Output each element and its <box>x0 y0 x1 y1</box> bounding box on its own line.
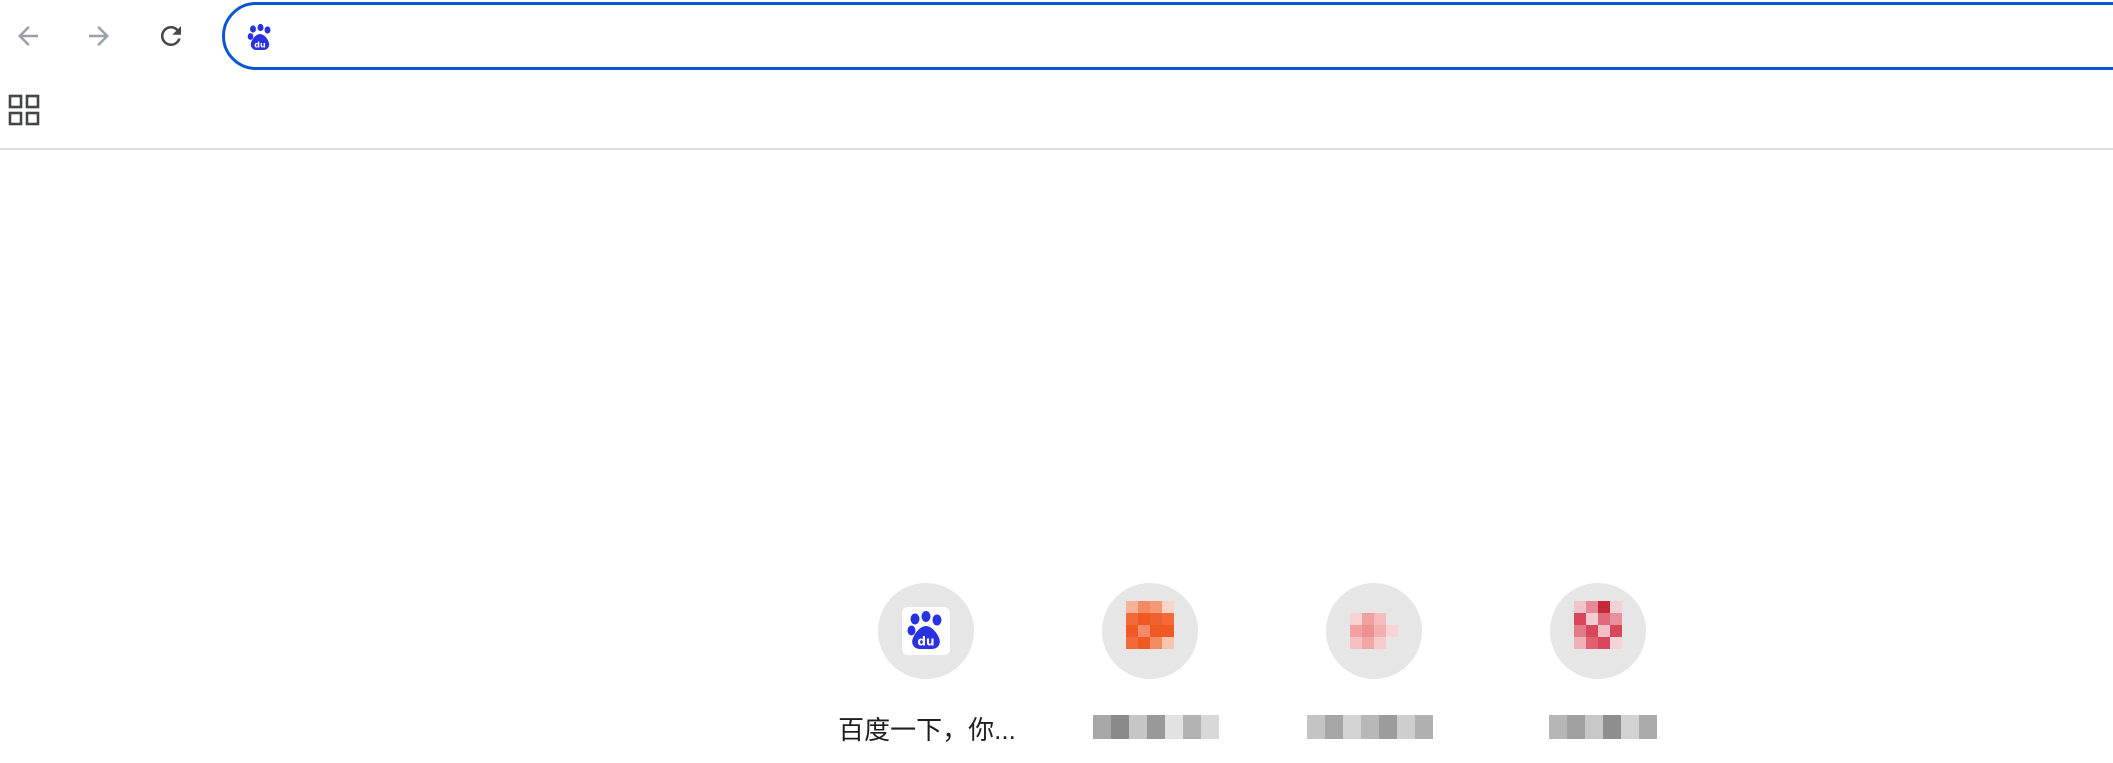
reload-icon <box>160 25 181 46</box>
shortcuts-grid: du 百度一下，你... <box>0 580 2113 760</box>
shortcut-icon-circle <box>1102 583 1198 679</box>
pixelated-orange-icon <box>1126 601 1174 649</box>
shortcut-label-blurred <box>1549 710 1657 744</box>
bookmarks-bar <box>0 72 2113 150</box>
baidu-paw-icon: du <box>902 607 950 655</box>
shortcut-label: 百度一下，你... <box>838 715 1016 745</box>
arrow-left-icon <box>18 26 38 46</box>
address-input[interactable] <box>289 15 2089 57</box>
shortcut-label-blurred <box>1093 710 1219 744</box>
back-button[interactable] <box>3 11 53 61</box>
reload-button[interactable] <box>146 11 196 61</box>
svg-text:du: du <box>917 635 934 649</box>
forward-button[interactable] <box>74 11 124 61</box>
address-bar[interactable]: du <box>222 2 2113 70</box>
apps-grid-icon[interactable] <box>6 92 42 128</box>
pixelated-red-icon <box>1574 601 1622 649</box>
svg-text:du: du <box>254 41 266 50</box>
shortcut-label-blurred <box>1307 710 1433 744</box>
baidu-paw-icon: du <box>247 23 271 50</box>
shortcut-tile-baidu[interactable]: du 百度一下，你... <box>815 580 1039 760</box>
arrow-right-icon <box>89 26 109 46</box>
shortcut-icon-circle <box>1326 583 1422 679</box>
shortcut-tile-3[interactable] <box>1263 580 1487 760</box>
shortcut-icon-circle: du <box>878 583 974 679</box>
pixelated-pink-icon <box>1350 613 1398 649</box>
shortcut-tile-4[interactable] <box>1487 580 1711 760</box>
browser-toolbar: du <box>0 0 2113 72</box>
shortcut-icon-circle <box>1550 583 1646 679</box>
shortcut-tile-2[interactable] <box>1039 580 1263 760</box>
